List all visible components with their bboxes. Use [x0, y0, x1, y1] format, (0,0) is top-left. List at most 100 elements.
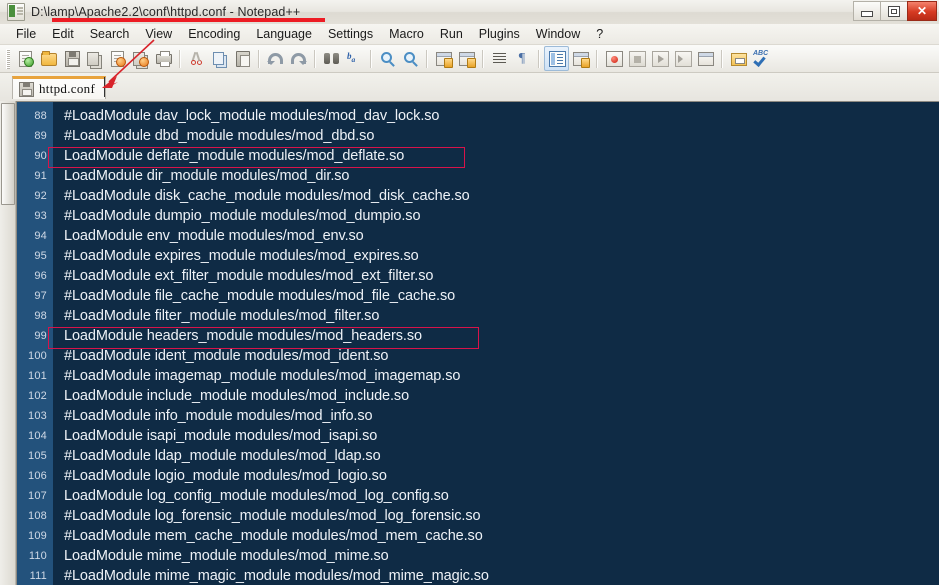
- zoom-out-button[interactable]: [399, 47, 422, 70]
- code-line[interactable]: 97 #LoadModule file_cache_module modules/…: [17, 286, 939, 306]
- replace-icon: ba: [347, 51, 356, 64]
- cut-icon: [188, 50, 205, 67]
- line-text: LoadModule headers_module modules/mod_he…: [64, 328, 422, 344]
- sync-horizontal-scroll-button[interactable]: [455, 47, 478, 70]
- code-line[interactable]: 95 #LoadModule expires_module modules/mod…: [17, 246, 939, 266]
- vertical-scrollbar[interactable]: [0, 101, 16, 585]
- indent-guide-button[interactable]: [544, 46, 569, 71]
- sync-horizontal-scroll-icon: [458, 50, 476, 68]
- open-file-button[interactable]: [37, 47, 60, 70]
- zoom-in-button[interactable]: [376, 47, 399, 70]
- code-line[interactable]: 108 #LoadModule log_forensic_module modul…: [17, 506, 939, 526]
- menu-item-settings[interactable]: Settings: [320, 26, 381, 42]
- menu-item-edit[interactable]: Edit: [44, 26, 82, 42]
- record-macro-button[interactable]: [602, 47, 625, 70]
- line-text: LoadModule log_config_module modules/mod…: [64, 488, 449, 504]
- redo-icon: [290, 50, 307, 67]
- line-text: #LoadModule imagemap_module modules/mod_…: [64, 368, 461, 384]
- menu-bar: File Edit Search View Encoding Language …: [0, 24, 939, 45]
- code-line[interactable]: 88 #LoadModule dav_lock_module modules/mo…: [17, 106, 939, 126]
- save-all-button[interactable]: [83, 47, 106, 70]
- play-macro-button[interactable]: [648, 47, 671, 70]
- word-wrap-icon: [491, 50, 508, 67]
- ui-goto-button[interactable]: [569, 47, 592, 70]
- menu-item-window[interactable]: Window: [528, 26, 588, 42]
- find-button[interactable]: [320, 47, 343, 70]
- tab-httpd-conf[interactable]: httpd.conf: [12, 76, 107, 99]
- menu-item-help[interactable]: ?: [588, 26, 611, 42]
- code-line[interactable]: 100 #LoadModule ident_module modules/mod_…: [17, 346, 939, 366]
- undo-icon: [267, 50, 284, 67]
- code-line[interactable]: 91 LoadModule dir_module modules/mod_dir.…: [17, 166, 939, 186]
- sync-vertical-scroll-icon: [435, 50, 453, 68]
- show-all-characters-button[interactable]: ¶: [511, 47, 534, 70]
- code-line[interactable]: 103 #LoadModule info_module modules/mod_i…: [17, 406, 939, 426]
- line-number: 103: [28, 410, 47, 422]
- line-number: 95: [34, 250, 47, 262]
- code-line[interactable]: 104 LoadModule isapi_module modules/mod_i…: [17, 426, 939, 446]
- code-line[interactable]: 98 #LoadModule filter_module modules/mod_…: [17, 306, 939, 326]
- code-line[interactable]: 102 LoadModule include_module modules/mod…: [17, 386, 939, 406]
- code-line[interactable]: 99 LoadModule headers_module modules/mod_…: [17, 326, 939, 346]
- cut-button[interactable]: [185, 47, 208, 70]
- code-line[interactable]: 106 #LoadModule logio_module modules/mod_…: [17, 466, 939, 486]
- toolbar-separator: [596, 49, 598, 68]
- sync-vertical-scroll-button[interactable]: [432, 47, 455, 70]
- close-all-files-button[interactable]: [129, 47, 152, 70]
- code-line[interactable]: 101 #LoadModule imagemap_module modules/m…: [17, 366, 939, 386]
- code-line[interactable]: 107 LoadModule log_config_module modules/…: [17, 486, 939, 506]
- replace-button[interactable]: ba: [343, 47, 366, 70]
- new-file-button[interactable]: [14, 47, 37, 70]
- code-line[interactable]: 89 #LoadModule dbd_module modules/mod_dbd…: [17, 126, 939, 146]
- minimize-button[interactable]: [853, 1, 881, 21]
- line-text: #LoadModule ext_filter_module modules/mo…: [64, 268, 434, 284]
- code-line[interactable]: 105 #LoadModule ldap_module modules/mod_l…: [17, 446, 939, 466]
- paste-button[interactable]: [231, 47, 254, 70]
- code-line[interactable]: 111 #LoadModule mime_magic_module modules…: [17, 566, 939, 585]
- run-macro-multiple-button[interactable]: [671, 47, 694, 70]
- zoom-in-icon: [379, 50, 396, 67]
- code-line[interactable]: 90 LoadModule deflate_module modules/mod_…: [17, 146, 939, 166]
- tab-bar: httpd.conf: [0, 73, 939, 101]
- copy-button[interactable]: [208, 47, 231, 70]
- word-wrap-button[interactable]: [488, 47, 511, 70]
- menu-item-run[interactable]: Run: [432, 26, 471, 42]
- code-line[interactable]: 93 #LoadModule dumpio_module modules/mod_…: [17, 206, 939, 226]
- toolbar-grip[interactable]: [6, 48, 10, 69]
- code-line[interactable]: 110 LoadModule mime_module modules/mod_mi…: [17, 546, 939, 566]
- line-number: 91: [34, 170, 47, 182]
- menu-item-file[interactable]: File: [8, 26, 44, 42]
- code-editor[interactable]: 88 #LoadModule dav_lock_module modules/mo…: [16, 101, 939, 585]
- window-title: D:\lamp\Apache2.2\conf\httpd.conf - Note…: [31, 5, 301, 19]
- scrollbar-thumb[interactable]: [1, 103, 15, 205]
- menu-item-language[interactable]: Language: [248, 26, 320, 42]
- save-button[interactable]: [60, 47, 83, 70]
- indent-guide-icon: [548, 50, 566, 67]
- line-text: #LoadModule dav_lock_module modules/mod_…: [64, 108, 440, 124]
- maximize-button[interactable]: [880, 1, 908, 21]
- code-line[interactable]: 92 #LoadModule disk_cache_module modules/…: [17, 186, 939, 206]
- redo-button[interactable]: [287, 47, 310, 70]
- menu-item-encoding[interactable]: Encoding: [180, 26, 248, 42]
- run-button[interactable]: [727, 47, 750, 70]
- line-text: #LoadModule info_module modules/mod_info…: [64, 408, 373, 424]
- code-line[interactable]: 96 #LoadModule ext_filter_module modules/…: [17, 266, 939, 286]
- stop-recording-button[interactable]: [625, 47, 648, 70]
- close-file-button[interactable]: [106, 47, 129, 70]
- menu-item-plugins[interactable]: Plugins: [471, 26, 528, 42]
- print-button[interactable]: [152, 47, 175, 70]
- line-number: 101: [28, 370, 47, 382]
- menu-item-search[interactable]: Search: [82, 26, 138, 42]
- line-number: 93: [34, 210, 47, 222]
- code-line[interactable]: 94 LoadModule env_module modules/mod_env.…: [17, 226, 939, 246]
- window-controls: ✕: [853, 1, 937, 21]
- code-line[interactable]: 109 #LoadModule mem_cache_module modules/…: [17, 526, 939, 546]
- record-macro-icon: [605, 50, 623, 67]
- close-button[interactable]: ✕: [907, 1, 937, 21]
- undo-button[interactable]: [264, 47, 287, 70]
- ui-goto-icon: [572, 50, 590, 68]
- menu-item-macro[interactable]: Macro: [381, 26, 432, 42]
- save-macro-button[interactable]: [694, 47, 717, 70]
- menu-item-view[interactable]: View: [137, 26, 180, 42]
- spell-check-button[interactable]: ABC: [750, 47, 773, 70]
